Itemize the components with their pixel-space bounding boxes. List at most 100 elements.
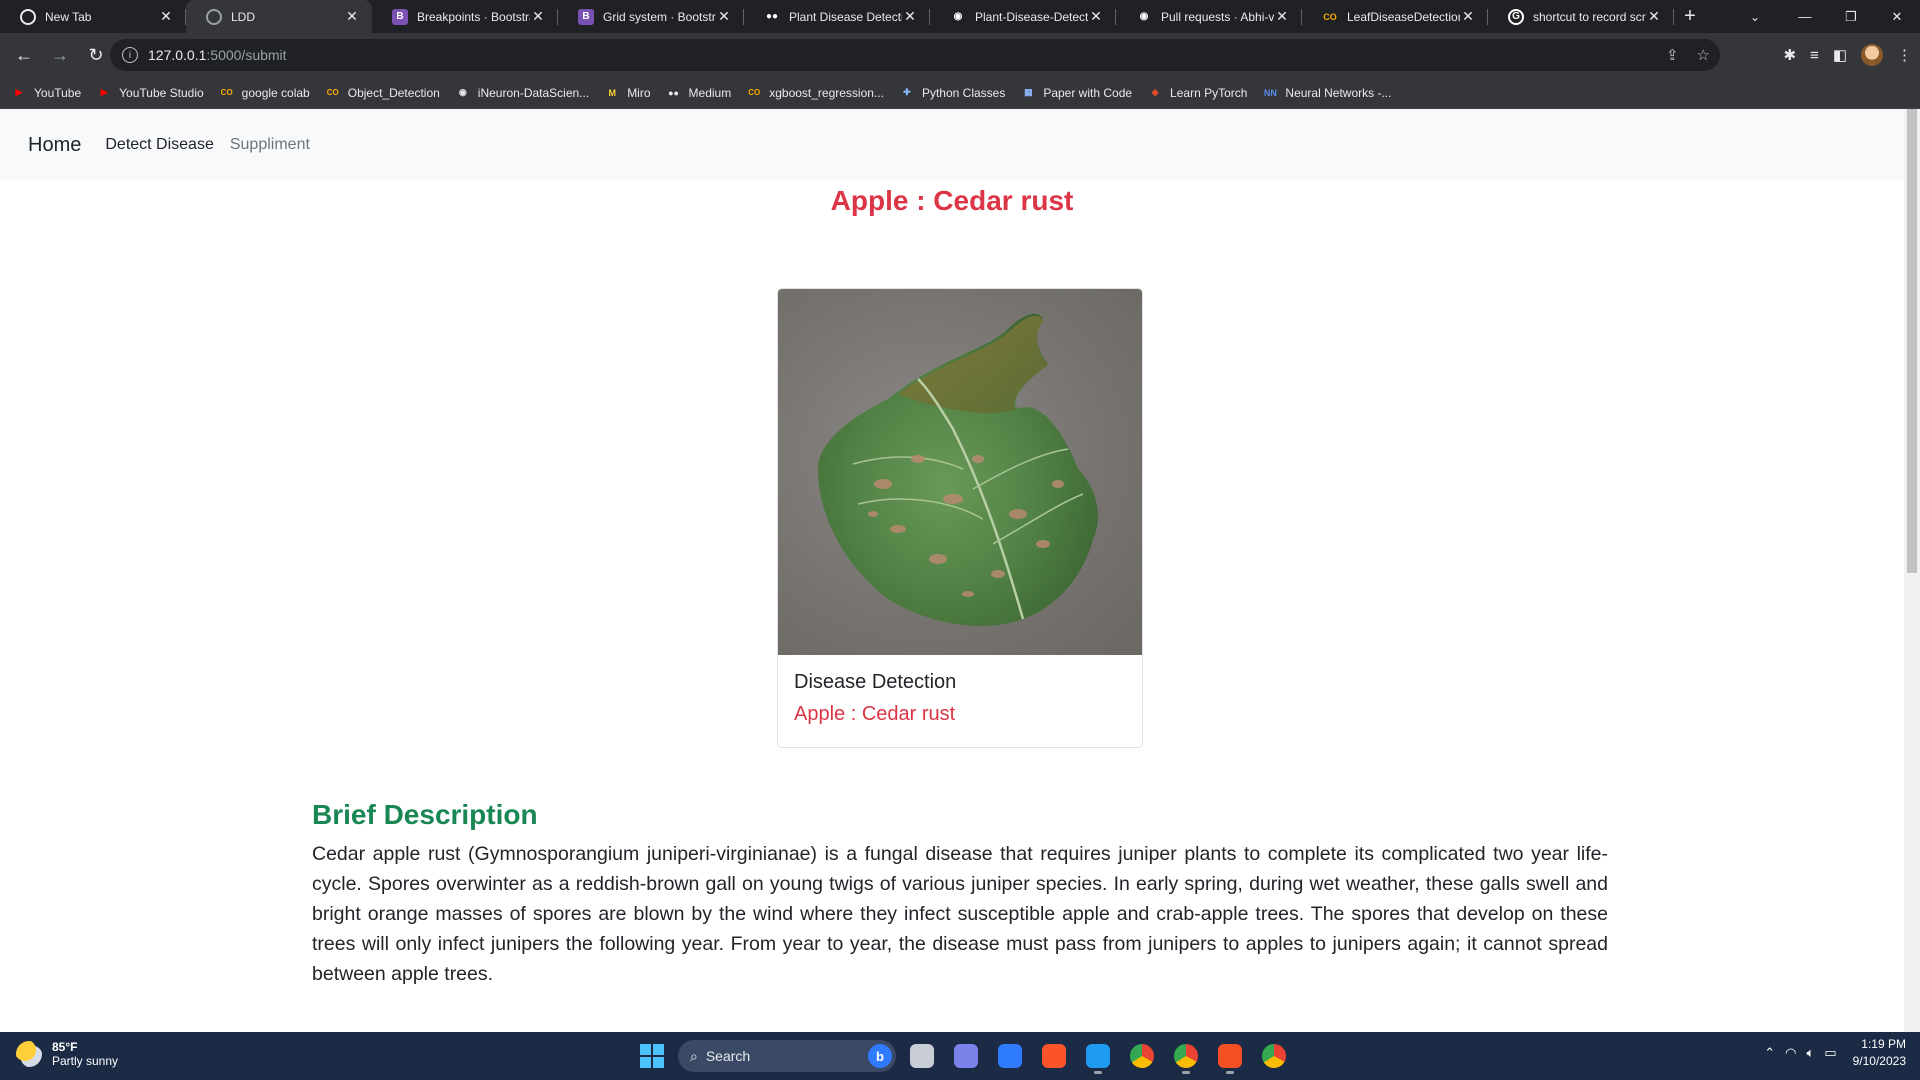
bookmark-star-icon[interactable]: ☆	[1697, 46, 1710, 64]
browser-tab[interactable]: B Breakpoints · Bootstrap ✕	[372, 0, 558, 33]
bookmark-label: YouTube	[34, 85, 82, 100]
close-tab-icon[interactable]: ✕	[716, 8, 732, 25]
tab-title: Breakpoints · Bootstrap	[417, 9, 530, 24]
share-icon[interactable]: ⇪	[1666, 46, 1679, 64]
bookmark-item[interactable]: CO xgboost_regression...	[747, 86, 884, 100]
close-tab-icon[interactable]: ✕	[1274, 8, 1290, 25]
brave-icon[interactable]	[1036, 1038, 1072, 1074]
wifi-icon[interactable]: ◠	[1785, 1045, 1796, 1061]
clock[interactable]: 1:19 PM 9/10/2023	[1853, 1036, 1906, 1070]
python-icon: ✚	[903, 87, 911, 97]
chrome-icon[interactable]	[1124, 1038, 1160, 1074]
battery-icon[interactable]: ▭	[1824, 1045, 1836, 1061]
tab-title: shortcut to record screen	[1533, 9, 1646, 24]
new-tab-button[interactable]: +	[1674, 0, 1706, 33]
taskbar-search[interactable]: ⌕ Search b	[678, 1040, 896, 1072]
tab-title: Grid system · Bootstrap	[603, 9, 716, 24]
globe-icon	[206, 8, 222, 25]
chrome-profile-icon-glyph	[1174, 1044, 1198, 1068]
close-window-icon[interactable]: ✕	[1874, 0, 1920, 33]
colab-icon: CO	[220, 88, 233, 97]
side-panel-icon[interactable]: ◧	[1833, 46, 1847, 64]
browser-tab[interactable]: New Tab ✕	[0, 0, 186, 33]
bookmark-item[interactable]: ▶ YouTube	[12, 85, 82, 100]
bootstrap-icon: B	[578, 8, 594, 25]
chrome-canary-icon[interactable]	[1256, 1038, 1292, 1074]
page-scrollbar[interactable]	[1904, 109, 1920, 1032]
browser-tab[interactable]: ◉ Pull requests · Abhi-vi ✕	[1116, 0, 1302, 33]
chrome-icon	[20, 8, 36, 25]
more-menu-icon[interactable]: ⋮	[1897, 46, 1912, 64]
teams-icon[interactable]	[948, 1038, 984, 1074]
description-section: Brief Description Cedar apple rust (Gymn…	[312, 799, 1608, 989]
site-info-icon[interactable]: i	[122, 47, 138, 63]
start-button[interactable]	[634, 1038, 670, 1074]
bookmark-item[interactable]: NN Neural Networks -...	[1263, 86, 1392, 100]
back-icon[interactable]: ←	[8, 39, 40, 71]
close-tab-icon[interactable]: ✕	[158, 8, 174, 25]
bookmark-item[interactable]: ◈ Learn PyTorch	[1148, 86, 1248, 100]
bookmark-item[interactable]: ◉ iNeuron-DataScien...	[456, 86, 589, 100]
medium-icon: ●●	[764, 8, 780, 25]
taskbar-apps: ⌕ Search b	[634, 1038, 1292, 1074]
close-tab-icon[interactable]: ✕	[902, 8, 918, 25]
extensions-icon[interactable]: ✱	[1783, 46, 1796, 64]
toolbar-actions: ✱ ≡ ◧ ⋮	[1783, 39, 1912, 71]
nav-home-link[interactable]: Home	[28, 134, 81, 157]
bing-icon[interactable]: b	[868, 1044, 892, 1068]
card-title: Disease Detection	[794, 671, 957, 693]
result-card: Disease Detection Apple : Cedar rust	[777, 288, 1143, 748]
bookmark-item[interactable]: ✚ Python Classes	[900, 86, 1005, 100]
bookmark-item[interactable]: ▶ YouTube Studio	[97, 86, 204, 100]
bookmark-label: iNeuron-DataScien...	[477, 85, 590, 100]
colab-icon: CO	[748, 88, 761, 97]
bookmark-label: google colab	[241, 85, 310, 100]
bootstrap-icon: B	[392, 8, 408, 25]
close-tab-icon[interactable]: ✕	[1088, 8, 1104, 25]
nav-suppliment-link[interactable]: Suppliment	[230, 136, 310, 154]
page-viewport: Home Detect Disease Suppliment Apple : C…	[0, 109, 1920, 1032]
minimize-icon[interactable]: —	[1782, 0, 1828, 33]
leaf-illustration	[818, 313, 1098, 627]
tab-search-icon[interactable]: ⌄	[1740, 0, 1770, 33]
browser-tab[interactable]: ●● Plant Disease Detection✕	[744, 0, 930, 33]
browser-tab[interactable]: Gshortcut to record screen✕	[1488, 0, 1674, 33]
result-title: Apple : Cedar rust	[830, 185, 1074, 216]
chevron-up-icon[interactable]: ⌃	[1764, 1045, 1775, 1061]
profile-avatar[interactable]	[1861, 44, 1883, 66]
nav-detect-disease-link[interactable]: Detect Disease	[105, 136, 214, 154]
leaf-image	[778, 289, 1142, 655]
bookmark-item[interactable]: CO Object_Detection	[326, 86, 440, 100]
url-path: :5000/submit	[206, 47, 287, 63]
browser-tab[interactable]: LDD ✕	[186, 0, 372, 33]
address-bar[interactable]: i 127.0.0.1:5000/submit ⇪ ☆	[110, 39, 1720, 71]
bookmark-item[interactable]: ▦ Paper with Code	[1021, 86, 1132, 100]
file-explorer-icon[interactable]	[904, 1038, 940, 1074]
teams-icon-glyph	[954, 1044, 978, 1068]
browser-tab[interactable]: ◉ Plant-Disease-Detection✕	[930, 0, 1116, 33]
bookmark-item[interactable]: M Miro	[605, 86, 650, 100]
browser-tab[interactable]: B Grid system · Bootstrap✕	[558, 0, 744, 33]
chrome-profile-icon[interactable]	[1168, 1038, 1204, 1074]
vscode-icon[interactable]	[1080, 1038, 1116, 1074]
store-icon[interactable]	[992, 1038, 1028, 1074]
restore-icon[interactable]: ❐	[1828, 0, 1874, 33]
microsoft-store-icon[interactable]	[1212, 1038, 1248, 1074]
close-tab-icon[interactable]: ✕	[1460, 8, 1476, 25]
forward-icon[interactable]: →	[44, 39, 76, 71]
scrollbar-thumb[interactable]	[1907, 109, 1917, 573]
close-tab-icon[interactable]: ✕	[530, 8, 546, 25]
vscode-icon-glyph	[1086, 1044, 1110, 1068]
weather-widget[interactable]: 85°F Partly sunny	[16, 1040, 118, 1068]
volume-icon[interactable]: 🔈︎	[1807, 1045, 1815, 1061]
bookmark-item[interactable]: CO google colab	[220, 86, 310, 100]
youtube-icon: ▶	[15, 87, 23, 97]
bookmark-item[interactable]: ●● Medium	[667, 86, 731, 100]
browser-tab[interactable]: CO LeafDiseaseDetection ✕	[1302, 0, 1488, 33]
close-tab-icon[interactable]: ✕	[344, 8, 360, 25]
tab-title: Plant-Disease-Detection	[975, 9, 1088, 24]
close-tab-icon[interactable]: ✕	[1646, 8, 1662, 25]
reload-icon[interactable]: ↻	[80, 39, 112, 71]
tab-title: New Tab	[45, 9, 92, 24]
media-control-icon[interactable]: ≡	[1810, 47, 1819, 64]
